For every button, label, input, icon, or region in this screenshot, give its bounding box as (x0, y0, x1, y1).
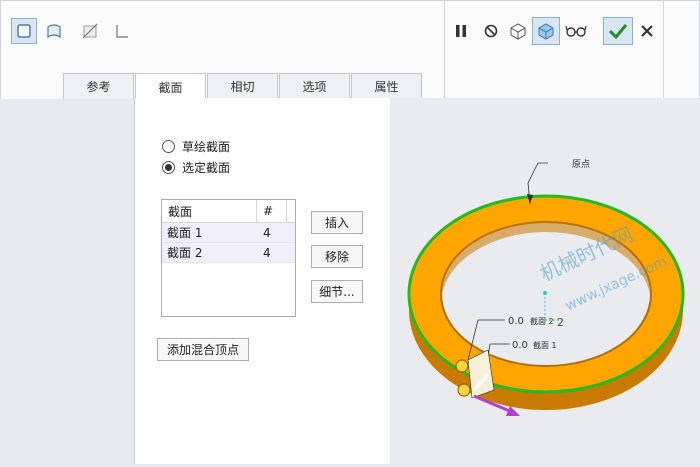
column-header-section: 截面 (162, 200, 257, 222)
add-blend-vertex-button[interactable]: 添加混合顶点 (157, 338, 249, 361)
graphics-viewport[interactable]: 原点 机械时代网 www.jxage.com 2 0.0 截面 2 0.0 截面… (390, 98, 700, 464)
preview-solid-icon[interactable] (532, 17, 560, 45)
blend-vertex-handle[interactable] (455, 359, 469, 373)
radio-label: 草绘截面 (182, 140, 231, 154)
verify-glasses-icon[interactable] (563, 19, 589, 43)
section-name: 截面 1 (167, 226, 203, 240)
table-header: 截面 # (162, 200, 295, 223)
radio-selected-section[interactable]: 选定截面 (162, 159, 230, 176)
radio-label: 选定截面 (182, 161, 231, 175)
tab-options[interactable]: 选项 (279, 73, 350, 99)
tab-references[interactable]: 参考 (63, 73, 134, 99)
dimension-section-tag: 截面 2 (530, 316, 554, 326)
background-area (0, 99, 134, 464)
solid-icon[interactable] (11, 18, 37, 44)
section-name: 截面 2 (167, 246, 203, 260)
tab-bar: 参考 截面 相切 选项 属性 (63, 73, 423, 100)
sections-table: 截面 # 截面 1 4 截面 2 4 (161, 199, 296, 317)
no-preview-icon[interactable] (479, 19, 503, 43)
tab-sections[interactable]: 截面 (135, 73, 206, 100)
column-header-count: # (257, 200, 287, 222)
details-button[interactable]: 细节... (311, 280, 363, 303)
table-row[interactable]: 截面 2 4 (162, 243, 295, 263)
radio-button[interactable] (162, 140, 175, 153)
radio-button[interactable] (162, 161, 175, 174)
separator (663, 1, 664, 99)
pause-icon[interactable] (449, 19, 473, 43)
ring-model-graphic: 原点 机械时代网 www.jxage.com 2 0.0 截面 2 0.0 截面… (407, 159, 685, 416)
dashboard-ribbon: 参考 截面 相切 选项 属性 (0, 0, 700, 100)
tab-properties[interactable]: 属性 (351, 73, 422, 99)
dimension-value: 0.0 (512, 340, 528, 351)
cancel-close-icon[interactable] (635, 19, 659, 43)
remove-button[interactable]: 移除 (311, 245, 363, 268)
sections-panel: 草绘截面 选定截面 截面 # 截面 1 4 截面 2 4 插入 移除 细节...… (134, 98, 391, 464)
axis-label: 2 (557, 316, 564, 329)
separator (444, 1, 445, 99)
thicken-icon[interactable] (109, 18, 135, 44)
dimension-section-tag: 截面 1 (533, 340, 557, 350)
remove-material-icon[interactable] (77, 18, 103, 44)
origin-label: 原点 (572, 159, 590, 170)
tab-tangency[interactable]: 相切 (207, 73, 278, 99)
confirm-check-icon[interactable] (603, 17, 633, 45)
insert-button[interactable]: 插入 (311, 211, 363, 234)
section-count: 4 (263, 245, 271, 260)
preview-mesh-icon[interactable] (506, 19, 530, 43)
dimension-value: 0.0 (508, 316, 524, 327)
surface-icon[interactable] (41, 18, 67, 44)
section-count: 4 (263, 225, 271, 240)
table-row[interactable]: 截面 1 4 (162, 223, 295, 243)
radio-sketched-section[interactable]: 草绘截面 (162, 138, 230, 155)
blend-vertex-handle[interactable] (457, 383, 471, 397)
